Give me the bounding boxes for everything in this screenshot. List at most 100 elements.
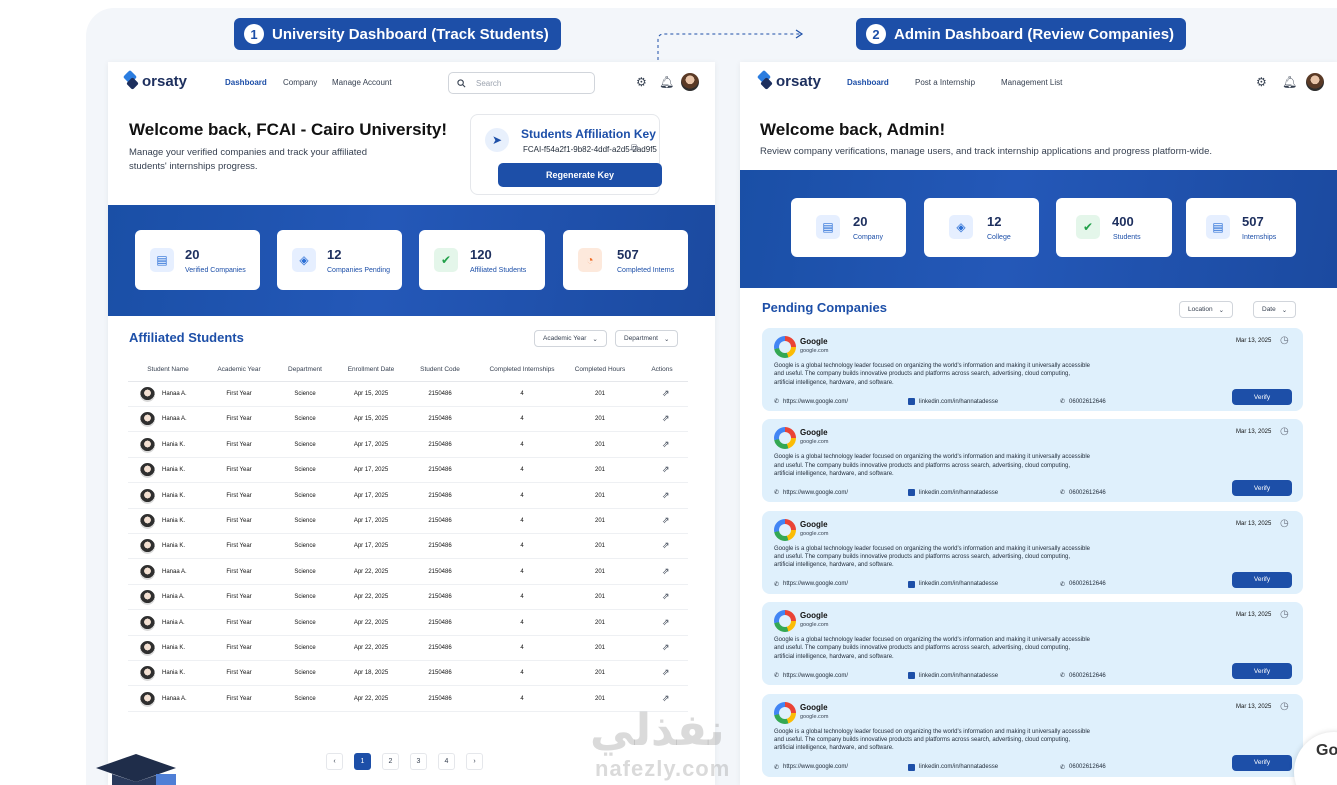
linkedin-icon (908, 489, 915, 497)
logo-text: orsaty (142, 72, 188, 90)
stat-label: College (987, 234, 1011, 241)
company-website[interactable]: ✆ https://www.google.com/ (774, 489, 848, 497)
external-link-icon[interactable]: ⇗ (662, 464, 670, 475)
company-linkedin[interactable]: linkedin.com/in/hannatadesse (908, 580, 998, 588)
company-website[interactable]: ✆ https://www.google.com/ (774, 672, 848, 680)
google-logo-icon (774, 701, 796, 724)
company-linkedin[interactable]: linkedin.com/in/hannatadesse (908, 489, 998, 497)
copy-icon[interactable]: ⧉ (631, 143, 638, 154)
external-link-icon[interactable]: ⇗ (662, 388, 670, 399)
completed-hours-cell: 201 (594, 543, 606, 550)
gear-icon[interactable]: ⚙ (1256, 75, 1267, 89)
external-link-icon[interactable]: ⇗ (662, 540, 670, 551)
bell-icon[interactable]: 🔔︎ (659, 75, 674, 89)
department-cell: Science (294, 416, 316, 423)
page-button[interactable]: 3 (410, 753, 427, 770)
department-filter[interactable]: Department ⌄ (615, 330, 679, 347)
nav-post-internship[interactable]: Post a Internship (915, 78, 975, 87)
student-avatar (140, 488, 155, 504)
key-title: Students Affiliation Key (521, 127, 656, 141)
stat-value: 507 (617, 247, 639, 262)
verify-button[interactable]: Verify (1232, 480, 1292, 497)
column-header: Student Code (420, 366, 460, 373)
page-button[interactable]: 1 (354, 753, 371, 770)
external-link-icon[interactable]: ⇗ (662, 439, 670, 450)
student-name: Hania K. (162, 543, 186, 550)
verify-button[interactable]: Verify (1232, 754, 1292, 771)
regenerate-key-button[interactable]: Regenerate Key (498, 163, 662, 187)
logo[interactable]: orsaty (124, 71, 187, 91)
welcome-subtitle-2: students' internships progress. (129, 161, 258, 172)
student-avatar (140, 463, 155, 479)
external-link-icon[interactable]: ⇗ (662, 566, 670, 577)
stat-label: Companies Pending (327, 267, 391, 274)
company-description: Google is a global technology leader foc… (774, 362, 1154, 387)
student-name: Hanaa A. (162, 568, 187, 575)
section-title: Pending Companies (762, 300, 887, 315)
google-logo-icon (774, 427, 796, 450)
student-code-cell: 2150486 (428, 594, 452, 601)
company-website[interactable]: ✆ https://www.google.com/ (774, 581, 848, 588)
student-name: Hania K. (162, 441, 186, 448)
external-link-icon[interactable]: ⇗ (662, 515, 670, 526)
column-header: Completed Internships (489, 366, 555, 373)
company-linkedin[interactable]: linkedin.com/in/hannatadesse (908, 672, 998, 680)
logo[interactable]: orsaty (758, 71, 821, 91)
gear-icon[interactable]: ⚙ (636, 75, 647, 89)
enrollment-date-cell: Apr 22, 2025 (353, 645, 389, 651)
company-domain: google.com (800, 622, 829, 629)
external-link-icon[interactable]: ⇗ (662, 693, 670, 704)
completed-internships-cell: 4 (520, 619, 524, 626)
student-avatar (140, 387, 155, 402)
nav-company[interactable]: Company (283, 78, 317, 87)
student-name: Hania A. (162, 619, 185, 626)
next-page-button[interactable]: › (466, 753, 483, 770)
page-button[interactable]: 2 (382, 753, 399, 770)
search-input[interactable]: Search (448, 72, 595, 94)
flow-arrow-icon (657, 29, 804, 60)
department-cell: Science (294, 441, 316, 448)
completed-hours-cell: 201 (594, 391, 606, 397)
chevron-down-icon: ⌄ (1218, 306, 1225, 314)
company-name: Google (800, 428, 828, 438)
prev-page-button[interactable]: ‹ (326, 753, 343, 770)
nav-dashboard[interactable]: Dashboard (225, 78, 267, 87)
stat-value: 120 (470, 247, 492, 262)
step-number: 1 (244, 24, 264, 44)
company-linkedin[interactable]: linkedin.com/in/hannatadesse (908, 398, 998, 405)
date-filter[interactable]: Date ⌄ (1253, 301, 1297, 318)
student-code-cell: 2150486 (428, 467, 452, 474)
external-link-icon[interactable]: ⇗ (662, 667, 670, 678)
student-code-cell: 2150486 (428, 416, 452, 423)
academic-year-filter[interactable]: Academic Year ⌄ (534, 330, 607, 347)
external-link-icon[interactable]: ⇗ (662, 490, 670, 501)
external-link-icon[interactable]: ⇗ (662, 591, 670, 602)
external-link-icon[interactable]: ⇗ (662, 617, 670, 628)
external-link-icon[interactable]: ⇗ (662, 413, 670, 424)
student-avatar (140, 615, 155, 631)
verify-button[interactable]: Verify (1232, 663, 1292, 680)
location-filter[interactable]: Location ⌄ (1179, 301, 1234, 318)
external-link-icon[interactable]: ⇗ (662, 642, 670, 653)
page-button[interactable]: 4 (438, 753, 455, 770)
student-code-cell: 2150486 (428, 670, 452, 677)
avatar[interactable] (1306, 73, 1324, 91)
avatar[interactable] (681, 73, 699, 91)
description-line: artificial intelligence, hardware, and s… (774, 470, 894, 477)
company-website[interactable]: ✆ https://www.google.com/ (774, 398, 848, 406)
completed-hours-cell: 201 (594, 467, 606, 474)
bell-icon[interactable]: 🔔︎ (1282, 75, 1297, 89)
nav-manage-account[interactable]: Manage Account (332, 78, 392, 87)
verify-button[interactable]: Verify (1232, 571, 1292, 588)
clock-icon: ◷ (1280, 335, 1289, 346)
company-website[interactable]: ✆ https://www.google.com/ (774, 764, 848, 771)
nav-management-list[interactable]: Management List (1001, 78, 1062, 87)
verify-button[interactable]: Verify (1232, 389, 1292, 405)
phone-text: 06002612646 (1069, 489, 1106, 496)
company-name: Google (800, 519, 828, 529)
company-linkedin[interactable]: linkedin.com/in/hannatadesse (908, 763, 998, 771)
description-line: artificial intelligence, hardware, and s… (774, 379, 894, 386)
layers-icon: ◈ (949, 215, 973, 239)
academic-year-cell: First Year (226, 492, 252, 499)
nav-dashboard[interactable]: Dashboard (847, 78, 889, 87)
